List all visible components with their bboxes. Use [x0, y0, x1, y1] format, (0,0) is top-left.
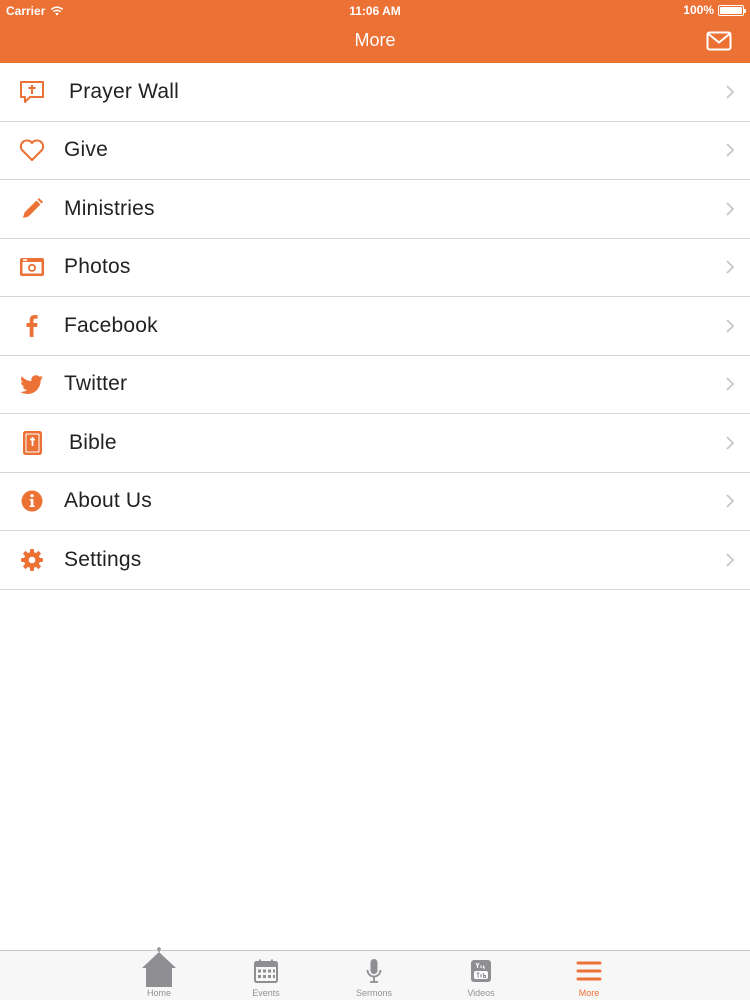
microphone-icon — [366, 959, 382, 983]
menu-item-facebook[interactable]: Facebook — [0, 297, 750, 356]
menu-item-label: About Us — [64, 489, 152, 513]
status-time: 11:06 AM — [349, 4, 401, 18]
menu-item-label: Settings — [64, 547, 142, 571]
menu-item-photos[interactable]: Photos — [0, 238, 750, 297]
menu-item-label: Give — [64, 138, 108, 162]
menu-item-label: Twitter — [64, 372, 128, 396]
calendar-icon — [254, 959, 278, 983]
tab-sermons[interactable]: Sermons — [334, 951, 414, 1000]
menu-item-settings[interactable]: Settings — [0, 531, 750, 590]
bible-icon — [18, 429, 46, 457]
menu-item-give[interactable]: Give — [0, 121, 750, 180]
twitter-icon — [18, 370, 46, 398]
tab-videos[interactable]: Videos — [441, 951, 521, 1000]
tab-bar: Home Events Sermons Videos More — [0, 947, 750, 1000]
battery-status: 100% — [683, 3, 746, 17]
chevron-right-icon — [726, 553, 735, 567]
envelope-icon[interactable] — [706, 30, 732, 52]
menu-item-about-us[interactable]: About Us — [0, 472, 750, 531]
menu-item-label: Facebook — [64, 313, 158, 337]
battery-icon — [718, 4, 746, 16]
battery-percent: 100% — [683, 3, 714, 17]
tab-home[interactable]: Home — [119, 947, 199, 1000]
hamburger-icon — [576, 961, 602, 981]
menu-item-ministries[interactable]: Ministries — [0, 180, 750, 239]
menu-item-twitter[interactable]: Twitter — [0, 355, 750, 414]
page-title: More — [354, 30, 396, 50]
chevron-right-icon — [726, 494, 735, 508]
camera-icon — [18, 253, 46, 281]
tab-label: Home — [146, 988, 171, 998]
chevron-right-icon — [726, 85, 735, 99]
chevron-right-icon — [726, 143, 735, 157]
menu-item-bible[interactable]: Bible — [0, 414, 750, 473]
chevron-right-icon — [726, 260, 735, 274]
tab-label: Videos — [467, 988, 495, 998]
navigation-bar: Carrier 11:06 AM 100% More — [0, 0, 750, 63]
tab-label: Events — [252, 988, 280, 998]
prayer-bubble-icon — [18, 78, 46, 106]
more-menu-list: Prayer Wall Give Ministries Photos Faceb… — [0, 63, 750, 590]
info-icon — [18, 487, 46, 515]
menu-item-label: Prayer Wall — [69, 79, 179, 103]
tab-more[interactable]: More — [549, 951, 629, 1000]
chevron-right-icon — [726, 202, 735, 216]
chevron-right-icon — [726, 377, 735, 391]
facebook-icon — [18, 312, 46, 340]
tab-events[interactable]: Events — [226, 951, 306, 1000]
pencil-icon — [18, 195, 46, 223]
menu-item-label: Ministries — [64, 196, 155, 220]
menu-item-prayer-wall[interactable]: Prayer Wall — [0, 63, 750, 122]
status-bar: Carrier 11:06 AM 100% — [0, 0, 750, 20]
menu-item-label: Bible — [69, 430, 117, 454]
tab-label: Sermons — [355, 988, 392, 998]
chevron-right-icon — [726, 319, 735, 333]
youtube-icon — [471, 960, 491, 982]
chevron-right-icon — [726, 436, 735, 450]
gear-icon — [18, 546, 46, 574]
church-icon — [142, 947, 176, 987]
tab-label: More — [578, 988, 600, 998]
menu-item-label: Photos — [64, 255, 131, 279]
heart-icon — [18, 136, 46, 164]
